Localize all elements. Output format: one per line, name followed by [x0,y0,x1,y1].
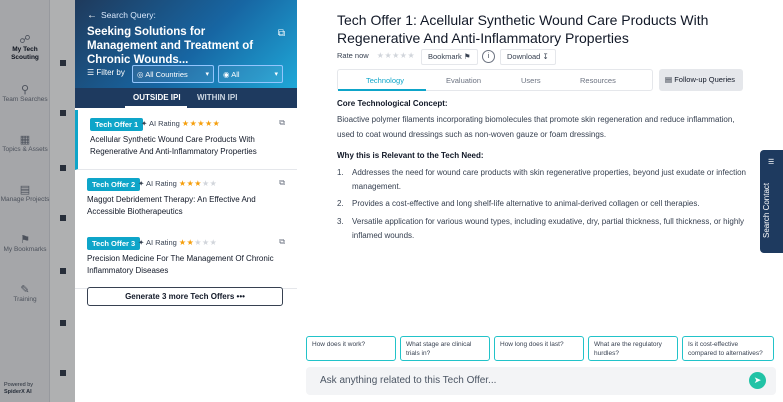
search-panel: ← Search Query: Seeking Solutions for Man… [75,0,297,402]
ai-rating: ✦ AI Rating ★★★★★ [141,119,221,128]
bookmark-button[interactable]: Bookmark ⚑ [421,49,478,65]
ai-rating: ✦ AI Rating ★★★★★ [138,179,218,188]
open-icon[interactable]: ⧉ [279,118,285,128]
filter-bar: ☰ Filter by ◎ All Countries ▾ ◉ All ▾ [75,62,297,86]
back-button[interactable]: ← Search Query: [87,10,156,21]
arrow-left-icon: ← [87,10,97,21]
tech-offer-card[interactable]: Tech Offer 3 ✦ AI Rating ★★★★★ ⧉ Precisi… [75,229,297,289]
suggestion-chip[interactable]: What are the regulatory hurdles? [588,336,678,361]
tech-offer-card[interactable]: Tech Offer 2 ✦ AI Rating ★★★★★ ⧉ Maggot … [75,170,297,230]
tab-users[interactable]: Users [521,76,541,85]
eye-icon: ◉ [223,70,230,79]
tab-technology[interactable]: Technology [366,76,404,85]
country-select[interactable]: ◎ All Countries ▾ [132,65,214,83]
sparkle-icon: ✦ [141,119,148,128]
ai-rating: ✦ AI Rating ★★★★★ [138,238,218,247]
followup-queries-button[interactable]: ▤ Follow-up Queries [659,69,743,91]
chevron-down-icon: ▾ [274,71,278,78]
offer-title: Acellular Synthetic Wound Care Products … [90,135,257,156]
generate-more-button[interactable]: Generate 3 more Tech Offers ••• [87,287,283,306]
chevron-down-icon: ▾ [205,71,209,78]
concept-heading: Core Technological Concept: [337,99,448,108]
list-item: 1. Addresses the need for wound care prod… [337,168,747,191]
tab-outside-ipi[interactable]: OUTSIDE IPI [133,93,181,102]
send-icon[interactable]: ➤ [749,372,766,389]
sparkle-icon: ✦ [138,238,145,247]
star-rating: ★★★★★ [181,119,221,128]
suggestion-chip[interactable]: How long does it last? [494,336,584,361]
search-contact-tab[interactable]: ☰ Search Contact [760,150,783,253]
suggestion-chip[interactable]: Is it cost-effective compared to alterna… [682,336,774,361]
open-icon[interactable]: ⧉ [279,178,285,188]
info-icon[interactable]: i [482,50,495,63]
list-item: 2. Provides a cost-effective and long she… [337,199,700,208]
concept-text: Bioactive polymer filaments incorporatin… [337,115,735,139]
ask-input[interactable]: Ask anything related to this Tech Offer.… [306,367,776,395]
open-icon[interactable]: ⧉ [279,237,285,247]
visibility-select[interactable]: ◉ All ▾ [218,65,283,83]
rate-stars[interactable]: ★★★★★ [377,51,415,60]
tab-evaluation[interactable]: Evaluation [446,76,481,85]
overlay-dim[interactable] [0,0,75,402]
download-button[interactable]: Download ↧ [500,49,556,65]
download-icon: ↧ [542,52,549,61]
rate-now[interactable]: Rate now ★★★★★ [337,51,415,60]
star-rating: ★★★★★ [178,238,218,247]
offer-title: Precision Medicine For The Management Of… [87,254,274,275]
filter-label: ☰ Filter by [87,68,125,77]
offer-badge: Tech Offer 2 [87,178,141,191]
ipi-tabs: OUTSIDE IPI WITHIN IPI [75,88,297,108]
ask-placeholder: Ask anything related to this Tech Offer.… [320,375,497,386]
offer-badge: Tech Offer 1 [90,118,144,131]
tab-within-ipi[interactable]: WITHIN IPI [197,93,237,102]
content-tabs: Technology Evaluation Users Resources [337,69,653,91]
tab-resources[interactable]: Resources [580,76,616,85]
copy-icon[interactable]: ⧉ [278,28,285,39]
tech-offer-card[interactable]: Tech Offer 1 ✦ AI Rating ★★★★★ ⧉ Acellul… [75,110,297,170]
page-title: Tech Offer 1: Acellular Synthetic Wound … [337,12,709,46]
suggestion-chip[interactable]: What stage are clinical trials in? [400,336,490,361]
globe-icon: ◎ [137,70,144,79]
sparkle-icon: ✦ [138,179,145,188]
search-query-text: Seeking Solutions for Management and Tre… [87,26,254,66]
offer-badge: Tech Offer 3 [87,237,141,250]
list-item: 3. Versatile application for various woun… [337,217,745,240]
offer-title: Maggot Debridement Therapy: An Effective… [87,195,256,216]
bookmark-icon: ⚑ [463,52,471,61]
suggestion-chip[interactable]: How does it work? [306,336,396,361]
star-rating: ★★★★★ [178,179,218,188]
panel-header: ← Search Query: Seeking Solutions for Man… [75,0,297,88]
chat-icon: ▤ [665,75,673,84]
relevance-heading: Why this is Relevant to the Tech Need: [337,151,484,160]
